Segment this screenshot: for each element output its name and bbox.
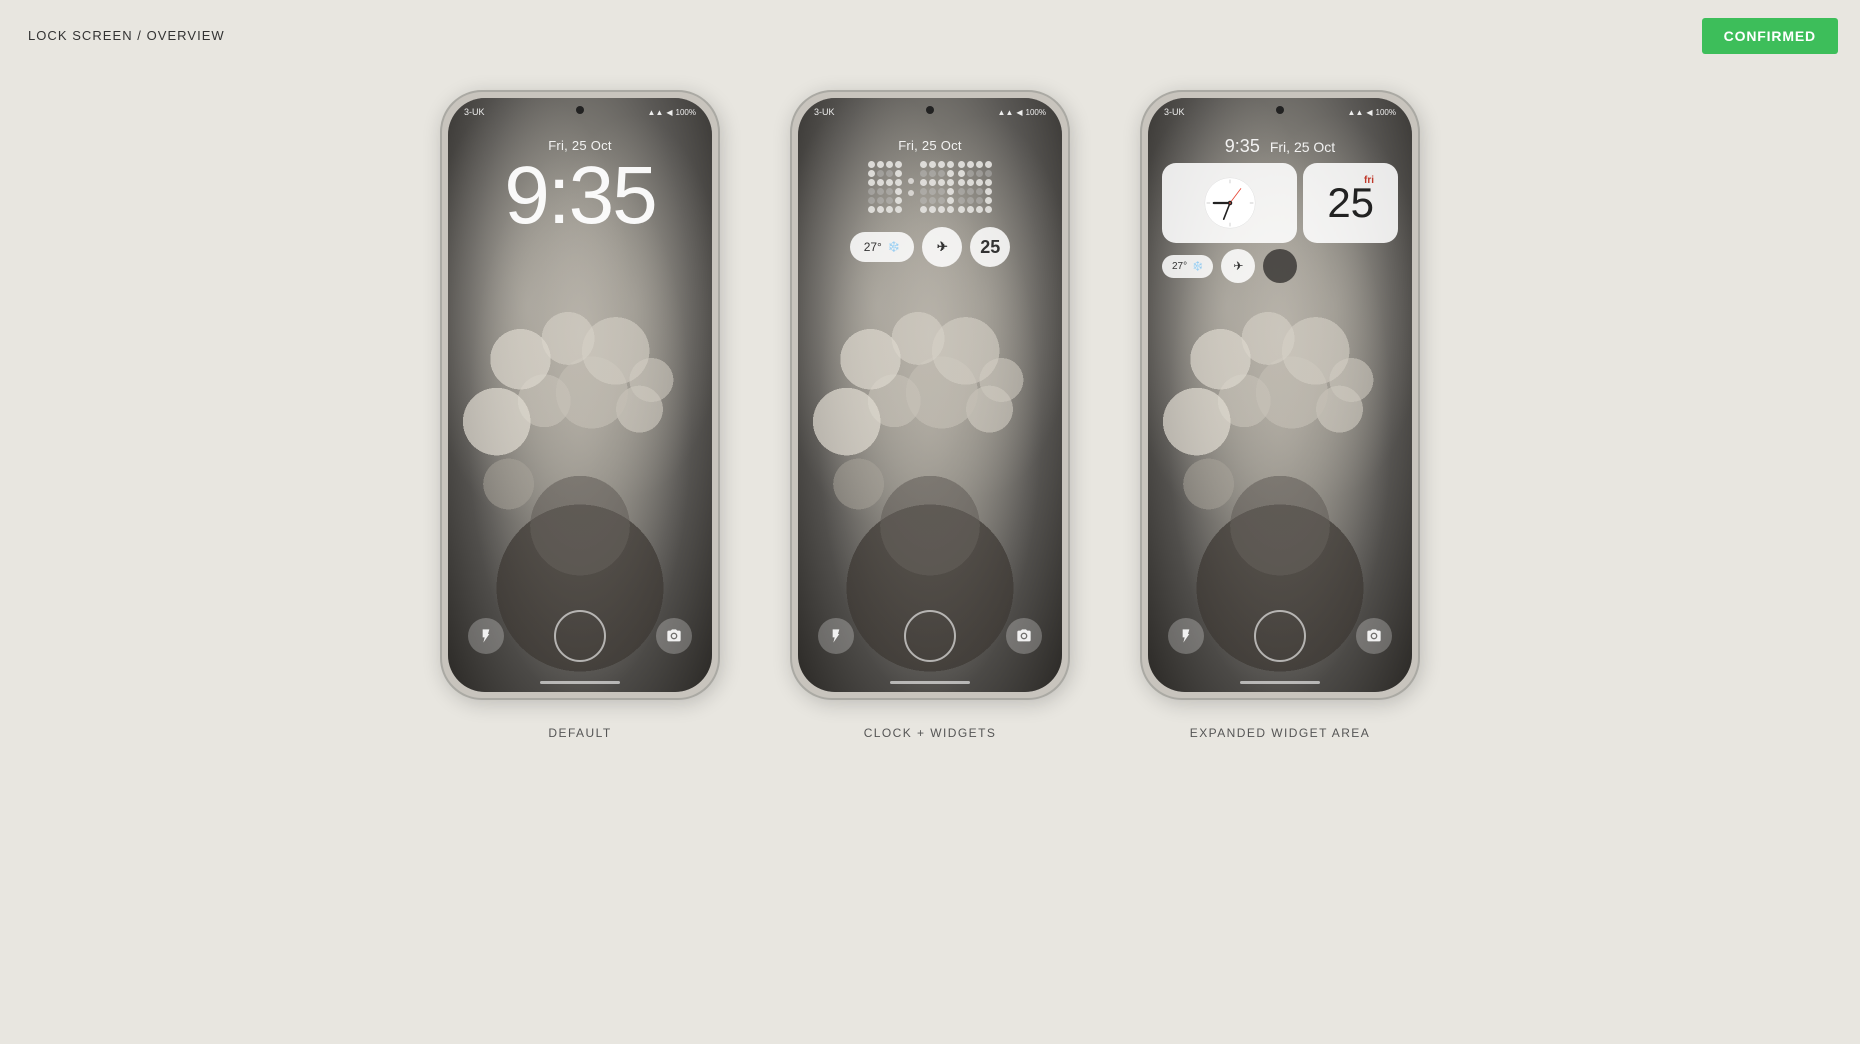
camera-icon-clock (1016, 628, 1032, 644)
dot-digit-9 (868, 161, 902, 213)
expanded-widgets-grid: fri 25 27° ❄️ (1148, 163, 1412, 283)
phones-container: 3-UK ▲▲ ◀ 100% Fri, 25 Oct 9:35 (0, 90, 1860, 740)
airplane-widget-clock[interactable]: ✈ (922, 227, 962, 267)
phone-expanded-wrapper: 3-UK ▲▲ ◀ 100% 9:35 Fri, 25 Oct (1140, 90, 1420, 740)
flashlight-icon-clock (828, 628, 844, 644)
camera-btn-expanded[interactable] (1356, 618, 1392, 654)
lock-date-clock: Fri, 25 Oct (898, 138, 962, 153)
expanded-date: Fri, 25 Oct (1270, 139, 1335, 155)
weather-temp-clock: 27° (864, 240, 882, 254)
phone-label-clock: CLOCK + WIDGETS (864, 726, 997, 740)
analog-clock-svg (1203, 176, 1257, 230)
bottom-controls-expanded (1148, 610, 1412, 662)
expanded-widget-row: 27° ❄️ ✈ (1162, 249, 1297, 283)
flashlight-btn-default[interactable] (468, 618, 504, 654)
weather-icon-expanded: ❄️ (1192, 261, 1203, 272)
airplane-widget-expanded[interactable]: ✈ (1221, 249, 1255, 283)
camera-btn-clock[interactable] (1006, 618, 1042, 654)
cal-date-num: 25 (1327, 179, 1374, 226)
weather-icon-clock: ❄️ (888, 242, 900, 253)
camera-icon-expanded (1366, 628, 1382, 644)
status-bar-expanded: 3-UK ▲▲ ◀ 100% (1148, 98, 1412, 126)
carrier-clock: 3-UK (814, 107, 835, 117)
camera-cutout-expanded (1276, 106, 1284, 114)
carrier-expanded: 3-UK (1164, 107, 1185, 117)
home-bar-expanded (1240, 681, 1320, 684)
status-bar-clock: 3-UK ▲▲ ◀ 100% (798, 98, 1062, 126)
home-bar-clock (890, 681, 970, 684)
weather-temp-expanded: 27° (1172, 261, 1187, 272)
expanded-time-row: 9:35 Fri, 25 Oct (1209, 136, 1351, 157)
status-icons-expanded: ▲▲ ◀ 100% (1348, 108, 1396, 117)
date-num-clock: 25 (980, 237, 1000, 258)
home-btn-default[interactable] (554, 610, 606, 662)
phone-expanded[interactable]: 3-UK ▲▲ ◀ 100% 9:35 Fri, 25 Oct (1140, 90, 1420, 700)
page-title: LOCK SCREEN / OVERVIEW (28, 28, 225, 43)
signal-icon-clock: ▲▲ (998, 108, 1014, 117)
battery-clock: 100% (1026, 108, 1046, 117)
phone-label-expanded: EXPANDED WIDGET AREA (1190, 726, 1370, 740)
dot-clock (868, 161, 992, 213)
home-btn-expanded[interactable] (1254, 610, 1306, 662)
status-bar-default: 3-UK ▲▲ ◀ 100% (448, 98, 712, 126)
home-bar-default (540, 681, 620, 684)
bottom-controls-clock (798, 610, 1062, 662)
calendar-widget[interactable]: fri 25 (1303, 163, 1398, 243)
widgets-row-clock: 27° ❄️ ✈ 25 (850, 227, 1011, 267)
flashlight-icon-expanded (1178, 628, 1194, 644)
wifi-icon-expanded: ◀ (1366, 108, 1372, 117)
camera-cutout-default (576, 106, 584, 114)
phone-default[interactable]: 3-UK ▲▲ ◀ 100% Fri, 25 Oct 9:35 (440, 90, 720, 700)
dark-circle-widget[interactable] (1263, 249, 1297, 283)
phone-clock[interactable]: 3-UK ▲▲ ◀ 100% Fri, 25 Oct (790, 90, 1070, 700)
airplane-icon-expanded: ✈ (1233, 259, 1243, 273)
weather-widget-clock[interactable]: 27° ❄️ (850, 232, 915, 262)
lock-time-default: 9:35 (504, 155, 656, 237)
weather-widget-expanded[interactable]: 27° ❄️ (1162, 255, 1213, 278)
phone-default-wrapper: 3-UK ▲▲ ◀ 100% Fri, 25 Oct 9:35 (440, 90, 720, 740)
airplane-icon-clock: ✈ (937, 239, 948, 255)
camera-icon-default (666, 628, 682, 644)
wifi-icon: ◀ (666, 108, 672, 117)
signal-icon: ▲▲ (648, 108, 664, 117)
flashlight-icon-default (478, 628, 494, 644)
camera-cutout-clock (926, 106, 934, 114)
carrier-default: 3-UK (464, 107, 485, 117)
camera-btn-default[interactable] (656, 618, 692, 654)
phone-clock-wrapper: 3-UK ▲▲ ◀ 100% Fri, 25 Oct (790, 90, 1070, 740)
signal-icon-expanded: ▲▲ (1348, 108, 1364, 117)
date-widget-clock[interactable]: 25 (970, 227, 1010, 267)
analog-clock-widget[interactable] (1162, 163, 1297, 243)
phone-label-default: DEFAULT (548, 726, 611, 740)
wifi-icon-clock: ◀ (1016, 108, 1022, 117)
expanded-header: 9:35 Fri, 25 Oct (1148, 126, 1412, 283)
status-icons-clock: ▲▲ ◀ 100% (998, 108, 1046, 117)
lock-content-clock: Fri, 25 Oct (798, 126, 1062, 267)
dot-colon (908, 178, 914, 196)
flashlight-btn-clock[interactable] (818, 618, 854, 654)
battery-default: 100% (676, 108, 696, 117)
dot-digit-3 (920, 161, 954, 213)
home-btn-clock[interactable] (904, 610, 956, 662)
lock-content-default: Fri, 25 Oct 9:35 (448, 126, 712, 237)
confirmed-button[interactable]: CONFIRMED (1702, 18, 1838, 54)
dot-digit-5 (958, 161, 992, 213)
flashlight-btn-expanded[interactable] (1168, 618, 1204, 654)
bottom-controls-default (448, 610, 712, 662)
expanded-time: 9:35 (1225, 136, 1260, 157)
status-icons-default: ▲▲ ◀ 100% (648, 108, 696, 117)
battery-expanded: 100% (1376, 108, 1396, 117)
